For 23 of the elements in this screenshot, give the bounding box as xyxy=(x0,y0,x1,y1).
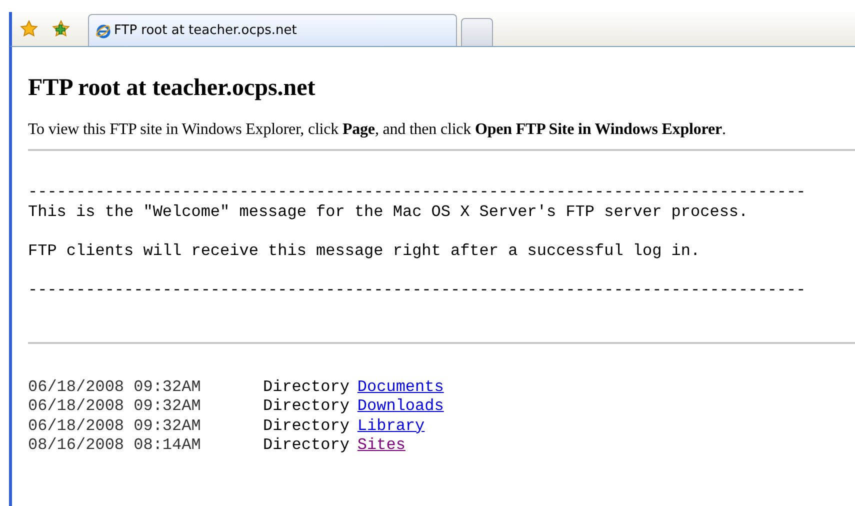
directory-link[interactable]: Documents xyxy=(357,378,444,398)
modified-date: 08/16/2008 08:14AM xyxy=(28,436,201,454)
welcome-message-line: --------------------------------------------------------------------------------- xyxy=(28,280,806,301)
favorites-star-icon[interactable] xyxy=(20,20,38,38)
directory-link[interactable]: Library xyxy=(357,416,425,436)
instructions-text: To view this FTP site in Windows Explorer, click Page, and then click Open FTP Site in Windows Explorer. xyxy=(28,121,727,139)
directory-link[interactable]: Sites xyxy=(357,436,406,456)
directory-link[interactable]: Downloads xyxy=(357,397,444,417)
browser-globe-icon xyxy=(95,22,111,38)
entry-type: Directory xyxy=(263,416,350,436)
modified-date: 06/18/2008 09:32AM xyxy=(28,378,201,396)
page-heading: FTP root at teacher.ocps.net xyxy=(28,74,316,103)
modified-date: 06/18/2008 09:32AM xyxy=(28,397,201,416)
welcome-message-line: This is the "Welcome" message for the Mac OS X Server's FTP server process. xyxy=(28,202,748,222)
add-favorite-icon[interactable] xyxy=(52,20,70,38)
entry-type: Directory xyxy=(263,436,350,456)
browser-tab[interactable]: FTP root at teacher.ocps.net xyxy=(88,14,457,46)
welcome-message-line: FTP clients will receive this message right after a successful log in. xyxy=(28,240,700,262)
new-tab-button[interactable] xyxy=(461,18,493,46)
entry-type: Directory xyxy=(263,378,350,398)
welcome-message-line: --------------------------------------------------------------------------------- xyxy=(28,183,806,203)
entry-type: Directory xyxy=(263,397,350,417)
modified-date: 06/18/2008 09:32AM xyxy=(28,416,201,435)
